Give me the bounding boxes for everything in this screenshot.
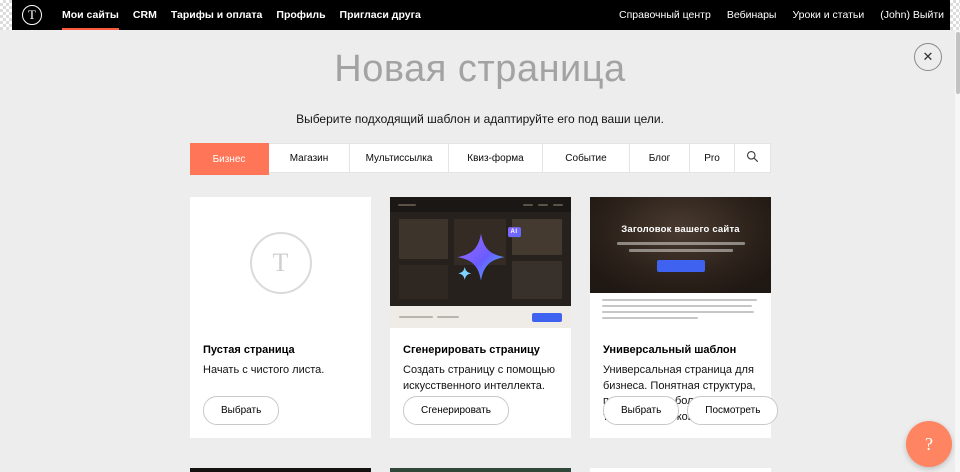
- preview-hero: Заголовок вашего сайта: [590, 197, 771, 293]
- next-row-card-2[interactable]: [390, 468, 571, 472]
- universal-template-preview: Заголовок вашего сайта: [590, 197, 771, 328]
- ai-sparkle-icon: AI: [455, 231, 507, 288]
- tab-event[interactable]: Событие: [543, 144, 630, 172]
- template-card-blank: T Пустая страница Начать с чистого листа…: [190, 197, 371, 438]
- choose-universal-button[interactable]: Выбрать: [603, 396, 679, 425]
- tilda-logo[interactable]: T: [22, 5, 42, 25]
- card-actions-blank: Выбрать: [203, 396, 279, 425]
- nav-item-my-sites[interactable]: Мои сайты: [62, 0, 119, 30]
- preview-footer-bar: [390, 306, 571, 328]
- preview-hero-button: [657, 260, 705, 272]
- help-button[interactable]: ?: [906, 421, 952, 467]
- nav-item-lessons[interactable]: Уроки и статьи: [792, 0, 864, 30]
- card-actions-generate: Сгенерировать: [403, 396, 509, 425]
- scrollbar[interactable]: [955, 30, 960, 472]
- scrollbar-thumb[interactable]: [956, 32, 960, 94]
- nav-item-webinars[interactable]: Вебинары: [727, 0, 777, 30]
- tab-quiz[interactable]: Квиз-форма: [449, 144, 543, 172]
- view-universal-button[interactable]: Посмотреть: [687, 396, 778, 425]
- page-subtitle: Выберите подходящий шаблон и адаптируйте…: [0, 112, 960, 126]
- card-actions-universal: Выбрать Посмотреть: [603, 396, 778, 425]
- nav-item-help-center[interactable]: Справочный центр: [619, 0, 711, 30]
- app-window: T Мои сайты CRM Тарифы и оплата Профиль …: [0, 0, 960, 472]
- card-desc-blank: Начать с чистого листа.: [203, 363, 358, 379]
- transparency-checker-left: [0, 0, 12, 30]
- tilda-mark-letter: T: [273, 248, 289, 278]
- next-row-cards: [190, 468, 771, 472]
- tab-search[interactable]: [735, 144, 770, 172]
- nav-item-profile[interactable]: Профиль: [276, 0, 325, 30]
- secondary-nav: Справочный центр Вебинары Уроки и статьи…: [603, 0, 950, 30]
- preview-hero-heading: Заголовок вашего сайта: [621, 224, 740, 235]
- page-title: Новая страница: [0, 48, 960, 91]
- search-icon: [746, 150, 759, 166]
- tilda-logo-letter: T: [28, 7, 36, 23]
- ai-badge: AI: [508, 227, 521, 237]
- nav-item-invite-friend[interactable]: Пригласи друга: [340, 0, 421, 30]
- nav-item-crm[interactable]: CRM: [133, 0, 157, 30]
- tilda-mark-icon: T: [250, 232, 312, 294]
- ai-template-preview: AI: [390, 197, 571, 328]
- card-title-blank: Пустая страница: [203, 344, 358, 356]
- card-title-generate: Сгенерировать страницу: [403, 344, 558, 356]
- template-card-generate: AI Сгенерировать страницу Создать страни…: [390, 197, 571, 438]
- tab-pro[interactable]: Pro: [690, 144, 735, 172]
- template-card-universal: Заголовок вашего сайта Универсальный шаб…: [590, 197, 771, 438]
- blank-template-preview: T: [190, 197, 371, 328]
- preview-text-block: [590, 293, 771, 328]
- transparency-checker-right: [950, 0, 960, 30]
- main-nav: Мои сайты CRM Тарифы и оплата Профиль Пр…: [48, 0, 421, 30]
- tab-blog[interactable]: Блог: [630, 144, 690, 172]
- card-desc-generate: Создать страницу с помощью искусственног…: [403, 363, 558, 394]
- template-tabs: Бизнес Магазин Мультиссылка Квиз-форма С…: [190, 143, 771, 173]
- card-title-universal: Универсальный шаблон: [603, 344, 758, 356]
- template-card-grid: T Пустая страница Начать с чистого листа…: [190, 197, 771, 438]
- tab-shop[interactable]: Магазин: [269, 144, 350, 172]
- tab-multilink[interactable]: Мультиссылка: [350, 144, 449, 172]
- preview-footer-cta: [532, 313, 562, 322]
- generate-button[interactable]: Сгенерировать: [403, 396, 509, 425]
- nav-item-logout[interactable]: (John) Выйти: [880, 0, 944, 30]
- tab-business[interactable]: Бизнес: [190, 143, 269, 175]
- nav-item-tariffs[interactable]: Тарифы и оплата: [171, 0, 263, 30]
- preview-header-bar: [390, 197, 571, 212]
- top-navigation-bar: T Мои сайты CRM Тарифы и оплата Профиль …: [0, 0, 960, 30]
- next-row-card-3[interactable]: [590, 468, 771, 472]
- close-icon[interactable]: ✕: [914, 43, 942, 71]
- next-row-card-1[interactable]: [190, 468, 371, 472]
- choose-blank-button[interactable]: Выбрать: [203, 396, 279, 425]
